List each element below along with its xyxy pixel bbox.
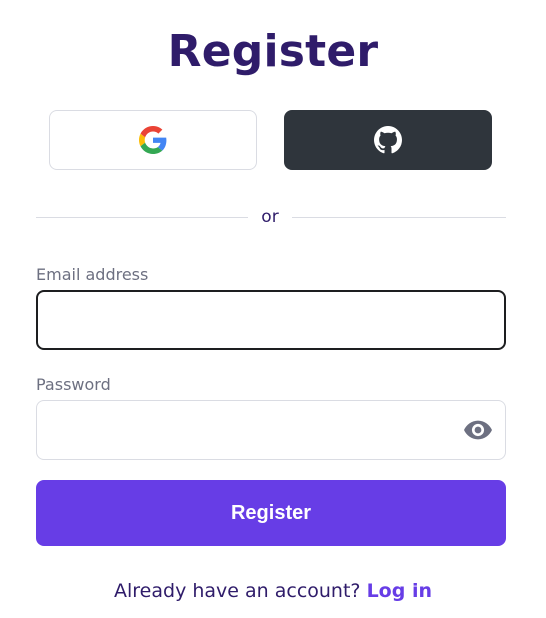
email-input[interactable] <box>52 292 490 348</box>
login-prompt-text: Already have an account? <box>114 580 361 602</box>
eye-icon[interactable] <box>463 418 493 442</box>
password-label: Password <box>36 375 111 394</box>
password-field-container <box>36 400 506 460</box>
password-input[interactable] <box>51 401 451 459</box>
github-signin-button[interactable] <box>284 110 492 170</box>
email-label: Email address <box>36 265 149 284</box>
divider-text: or <box>261 207 279 227</box>
page-title: Register <box>167 26 379 77</box>
or-divider: or <box>36 206 506 228</box>
divider-line-right <box>292 217 506 218</box>
github-octocat-icon <box>374 126 402 154</box>
login-link[interactable]: Log in <box>367 580 432 602</box>
register-button[interactable]: Register <box>36 480 506 546</box>
divider-line-left <box>36 217 248 218</box>
email-field-container <box>36 290 506 350</box>
login-prompt: Already have an account? Log in <box>0 578 546 604</box>
google-g-icon <box>139 126 167 154</box>
google-signin-button[interactable] <box>49 110 257 170</box>
